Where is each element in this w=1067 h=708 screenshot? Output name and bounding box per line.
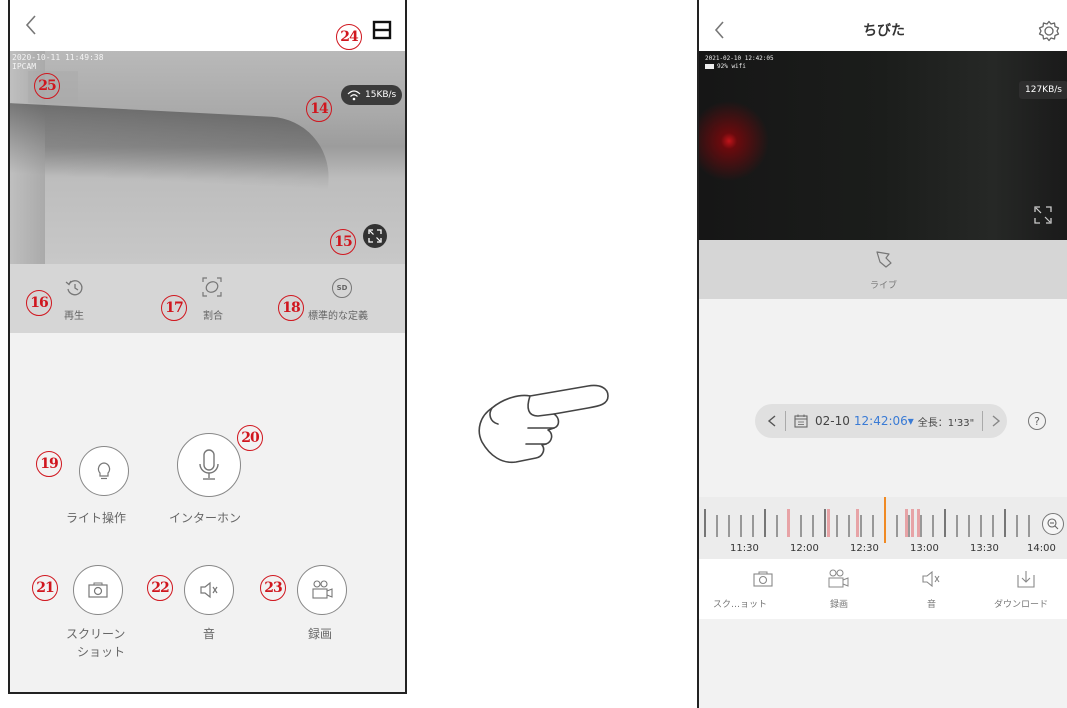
marker-17: 17 xyxy=(161,295,187,321)
battery-status: 92% wifi xyxy=(705,63,774,71)
next-day-icon[interactable] xyxy=(991,415,1001,427)
right-top-bar: ちびた xyxy=(699,0,1067,51)
playback-label[interactable]: 再生 xyxy=(64,307,84,322)
live-bar: ライブ xyxy=(699,240,1067,299)
left-phone-screen: 24 2020-10-11 11:49:38 IPCAM 25 15KB/s 1… xyxy=(8,0,407,694)
speed-text: 15KB/s xyxy=(365,90,397,100)
bottom-actions: スク…ョット 録画 音 ダウンロード xyxy=(699,559,1067,619)
video-dark-band xyxy=(10,102,332,190)
sound-label: 音 xyxy=(203,627,216,641)
expand-icon xyxy=(368,229,382,243)
left-toolbar: 再生 16 割合 17 SD 標準的な定義 18 xyxy=(10,264,405,333)
zoom-button[interactable] xyxy=(1042,513,1064,535)
video-camera-name: IPCAM xyxy=(12,62,37,71)
camera-icon[interactable] xyxy=(753,571,773,587)
intercom-button[interactable] xyxy=(177,433,241,497)
left-video-feed[interactable]: 2020-10-11 11:49:38 IPCAM 25 15KB/s 14 1… xyxy=(10,51,405,264)
date-text[interactable]: 02-10 xyxy=(815,414,850,428)
light-label: ライト操作 xyxy=(66,511,127,525)
duration-text: 全長：1'33" xyxy=(917,417,975,429)
expand-icon[interactable] xyxy=(1034,206,1052,224)
sd-quality-icon[interactable]: SD xyxy=(332,278,352,298)
help-button[interactable]: ? xyxy=(1028,412,1046,430)
left-top-bar: 24 xyxy=(10,0,405,51)
video-camera-icon[interactable] xyxy=(827,569,849,589)
right-video-feed[interactable]: 2021-02-10 12:42:05 92% wifi 127KB/s xyxy=(699,51,1067,240)
light-button[interactable] xyxy=(79,446,129,496)
tick-label: 14:00 xyxy=(1027,543,1056,554)
back-arrow-icon[interactable] xyxy=(24,14,38,36)
zoom-out-icon xyxy=(1047,518,1059,530)
record-button[interactable] xyxy=(297,565,347,615)
sound-button[interactable] xyxy=(184,565,234,615)
speed-badge: 127KB/s xyxy=(1019,81,1067,99)
camera-icon xyxy=(88,582,108,598)
fullscreen-button[interactable] xyxy=(363,224,387,248)
ratio-label[interactable]: 割合 xyxy=(203,307,223,322)
marker-21: 21 xyxy=(32,575,58,601)
timeline[interactable]: 11:30 12:00 12:30 13:00 13:30 14:00 xyxy=(699,497,1067,559)
screenshot-label-line1: スクリーン xyxy=(66,627,126,641)
marker-24: 24 xyxy=(336,24,362,50)
tick-label: 11:30 xyxy=(730,543,759,554)
intercom-label: インターホン xyxy=(169,511,242,525)
playback-panel: 02-10 12:42:06▾ 全長：1'33" ? 11:30 12:00 1… xyxy=(699,299,1067,708)
tick-label: 13:00 xyxy=(910,543,939,554)
live-label[interactable]: ライブ xyxy=(870,278,897,291)
speed-badge: 15KB/s xyxy=(341,85,403,105)
timeline-cursor[interactable] xyxy=(884,497,886,543)
sound-label[interactable]: 音 xyxy=(927,597,936,610)
marker-14: 14 xyxy=(306,96,332,122)
battery-icon xyxy=(705,64,714,69)
time-text[interactable]: 12:42:06▾ xyxy=(854,414,914,428)
marker-15: 15 xyxy=(330,229,356,255)
tick-label: 12:00 xyxy=(790,543,819,554)
history-icon[interactable] xyxy=(65,278,85,298)
calendar-icon[interactable] xyxy=(794,414,808,428)
record-label[interactable]: 録画 xyxy=(830,597,848,610)
record-label: 録画 xyxy=(308,627,333,641)
device-title: ちびた xyxy=(863,23,905,39)
marker-19: 19 xyxy=(36,451,62,477)
pointing-hand-icon xyxy=(478,384,609,464)
download-icon[interactable] xyxy=(1017,570,1035,588)
marker-20: 20 xyxy=(237,425,263,451)
marker-16: 16 xyxy=(26,290,52,316)
wifi-icon xyxy=(347,90,361,101)
right-phone-screen: ちびた 2021-02-10 12:42:05 92% wifi 127KB/s… xyxy=(697,0,1067,708)
speaker-muted-icon xyxy=(200,581,218,599)
video-timestamp: 2020-10-11 11:49:38 xyxy=(12,53,104,62)
marker-18: 18 xyxy=(278,295,304,321)
download-label[interactable]: ダウンロード xyxy=(994,597,1048,610)
timeline-ticks xyxy=(704,509,1030,537)
video-timestamp: 2021-02-10 12:42:05 xyxy=(705,55,774,62)
video-camera-icon xyxy=(312,580,333,599)
screenshot-label-line2: ショット xyxy=(77,645,126,659)
marker-22: 22 xyxy=(147,575,173,601)
prev-day-icon[interactable] xyxy=(767,415,777,427)
lightbulb-icon xyxy=(97,462,111,480)
aspect-ratio-icon[interactable] xyxy=(201,276,223,298)
speaker-muted-icon[interactable] xyxy=(921,571,941,587)
marker-25: 25 xyxy=(34,73,60,99)
screenshot-button[interactable] xyxy=(73,565,123,615)
tick-label: 13:30 xyxy=(970,543,999,554)
microphone-icon xyxy=(199,449,219,480)
left-control-panel: 19 ライト操作 20 インターホン 21 スクリーン ショット 22 音 23… xyxy=(10,333,405,692)
tick-label: 12:30 xyxy=(850,543,879,554)
marker-23: 23 xyxy=(260,575,286,601)
date-selector: 02-10 12:42:06▾ 全長：1'33" xyxy=(755,404,1007,438)
live-return-icon[interactable] xyxy=(874,249,894,269)
screenshot-label[interactable]: スク…ョット xyxy=(713,597,767,610)
quality-label[interactable]: 標準的な定義 xyxy=(308,307,368,322)
layout-toggle-icon[interactable] xyxy=(372,20,392,40)
gear-icon[interactable] xyxy=(1038,20,1060,42)
